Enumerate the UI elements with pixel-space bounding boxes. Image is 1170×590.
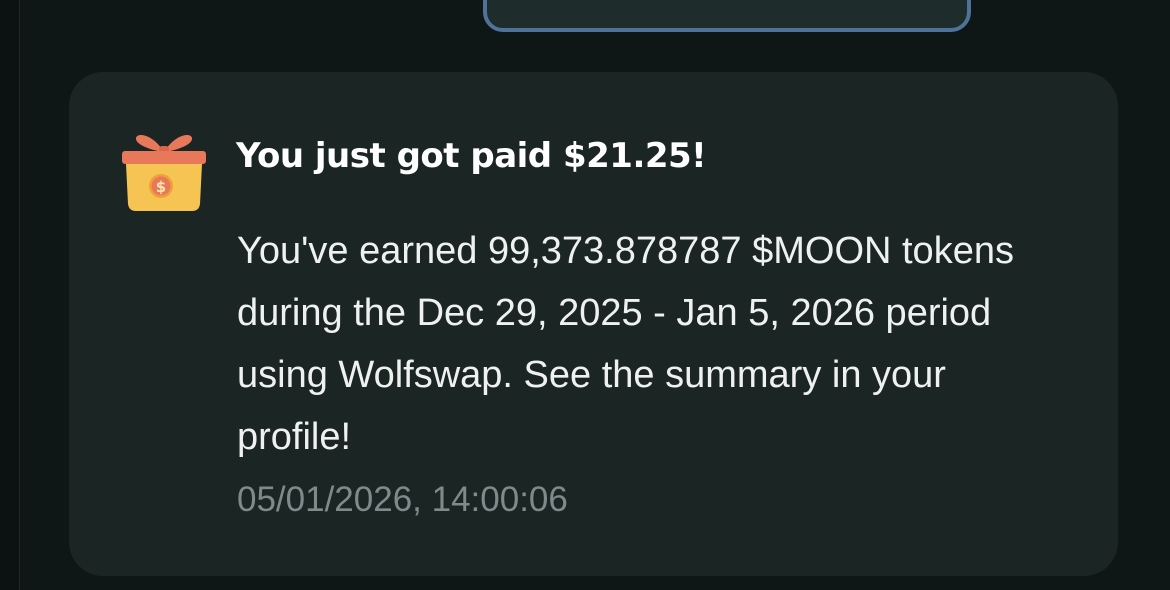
previous-card[interactable] (483, 0, 971, 32)
notification-timestamp: 05/01/2026, 14:00:06 (237, 480, 568, 519)
left-divider (0, 0, 20, 590)
notification-body: You've earned 99,373.878787 $MOON tokens… (237, 230, 1014, 458)
notification-title: You just got paid $21.25! (236, 136, 707, 176)
gift-box-icon: $ (119, 124, 209, 214)
notification-card[interactable]: $ You just got paid $21.25! You've earne… (69, 72, 1118, 576)
svg-text:$: $ (156, 178, 166, 196)
